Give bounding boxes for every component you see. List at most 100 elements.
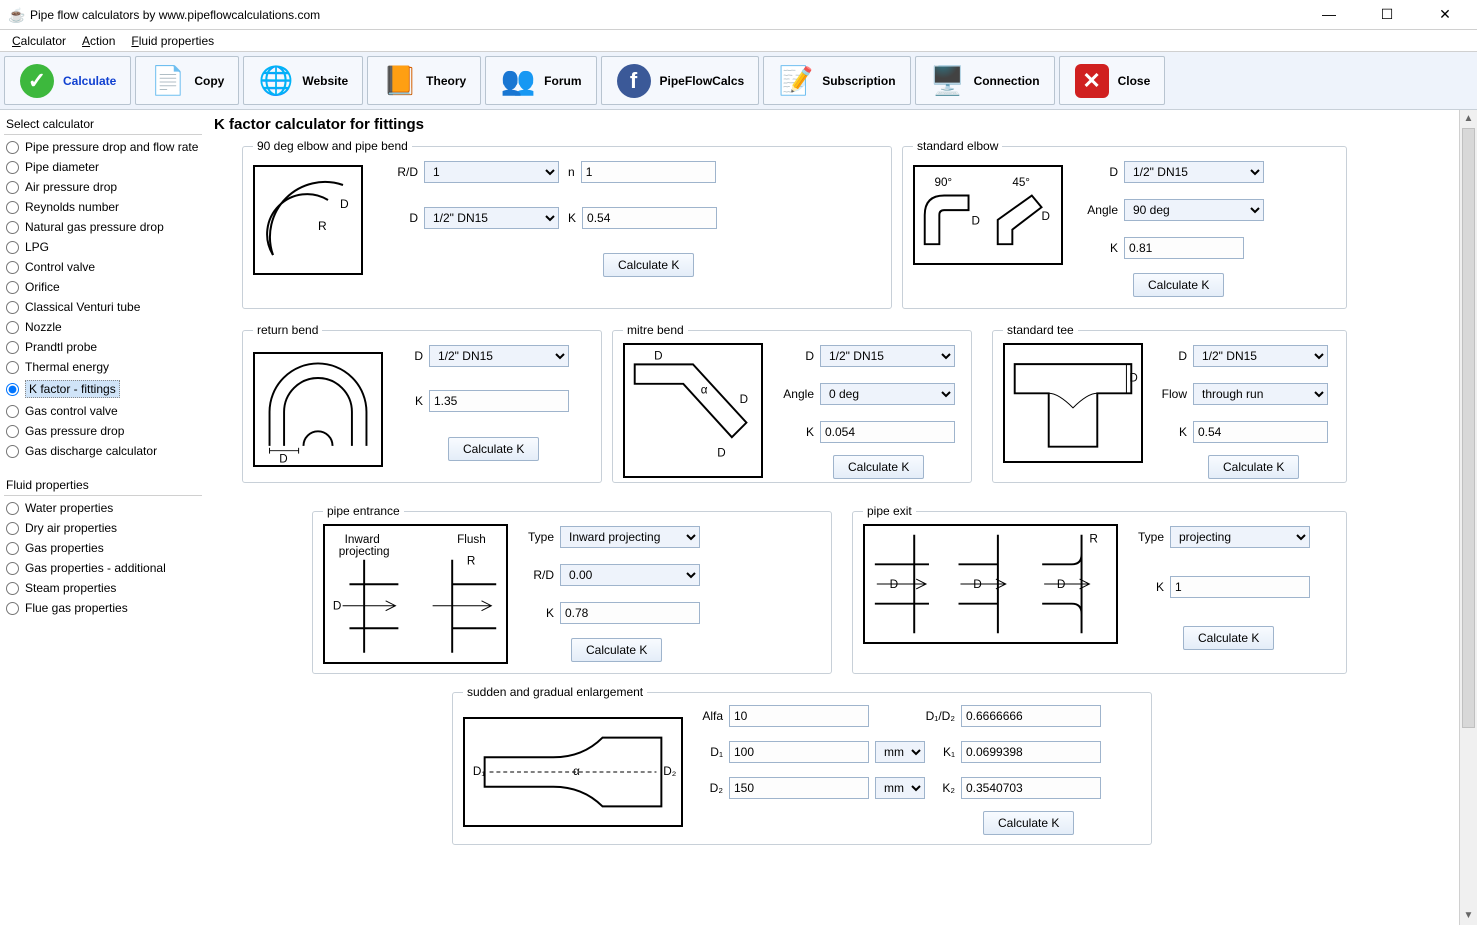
select-rb-d[interactable]: 1/2" DN15 bbox=[429, 345, 569, 367]
select-mb-d[interactable]: 1/2" DN15 bbox=[820, 345, 955, 367]
select-d[interactable]: 1/2" DN15 bbox=[424, 207, 559, 229]
output-rb-k[interactable] bbox=[429, 390, 569, 412]
select-std-d[interactable]: 1/2" DN15 bbox=[1124, 161, 1264, 183]
output-std-k[interactable] bbox=[1124, 237, 1244, 259]
sidebar-calc-item[interactable]: Orifice bbox=[4, 277, 202, 297]
select-en-d2-unit[interactable]: mm bbox=[875, 777, 925, 799]
input-en-d2[interactable] bbox=[729, 777, 869, 799]
scroll-thumb[interactable] bbox=[1462, 128, 1475, 728]
calculate-k-stdtee[interactable]: Calculate K bbox=[1208, 455, 1299, 479]
input-n[interactable] bbox=[581, 161, 716, 183]
sidebar-calc-item[interactable]: Thermal energy bbox=[4, 357, 202, 377]
select-tee-d[interactable]: 1/2" DN15 bbox=[1193, 345, 1328, 367]
website-button[interactable]: 🌐 Website bbox=[243, 56, 363, 105]
sidebar-fluid-item[interactable]: Flue gas properties bbox=[4, 598, 202, 618]
scroll-up-icon[interactable]: ▲ bbox=[1460, 110, 1477, 128]
close-button[interactable]: ✕ Close bbox=[1059, 56, 1166, 105]
sidebar-calc-item[interactable]: Air pressure drop bbox=[4, 177, 202, 197]
radio-calc[interactable] bbox=[6, 161, 19, 174]
sidebar-calc-item[interactable]: Control valve bbox=[4, 257, 202, 277]
radio-calc[interactable] bbox=[6, 281, 19, 294]
theory-button[interactable]: 📙 Theory bbox=[367, 56, 481, 105]
radio-calc[interactable] bbox=[6, 341, 19, 354]
calculate-button[interactable]: ✓ Calculate bbox=[4, 56, 131, 105]
select-tee-flow[interactable]: through run bbox=[1193, 383, 1328, 405]
minimize-button[interactable]: — bbox=[1309, 6, 1349, 23]
sidebar-fluid-item[interactable]: Dry air properties bbox=[4, 518, 202, 538]
sidebar-calc-item[interactable]: Gas control valve bbox=[4, 401, 202, 421]
sidebar-fluid-item[interactable]: Gas properties bbox=[4, 538, 202, 558]
calculate-k-mitrebend[interactable]: Calculate K bbox=[833, 455, 924, 479]
forum-button[interactable]: 👥 Forum bbox=[485, 56, 596, 105]
radio-calc[interactable] bbox=[6, 405, 19, 418]
menu-fluid[interactable]: Fluid properties bbox=[123, 32, 222, 50]
sidebar-fluid-item[interactable]: Steam properties bbox=[4, 578, 202, 598]
output-pe-k[interactable] bbox=[560, 602, 700, 624]
radio-calc[interactable] bbox=[6, 301, 19, 314]
select-pe-type[interactable]: Inward projecting bbox=[560, 526, 700, 548]
select-std-angle[interactable]: 90 deg bbox=[1124, 199, 1264, 221]
sidebar-calc-item[interactable]: Prandtl probe bbox=[4, 337, 202, 357]
select-px-type[interactable]: projecting bbox=[1170, 526, 1310, 548]
sidebar-calc-item[interactable]: Natural gas pressure drop bbox=[4, 217, 202, 237]
sidebar-calc-item[interactable]: Nozzle bbox=[4, 317, 202, 337]
pipeflowcalcs-button[interactable]: f PipeFlowCalcs bbox=[601, 56, 760, 105]
sidebar-fluid-item[interactable]: Water properties bbox=[4, 498, 202, 518]
sidebar-calc-item[interactable]: Gas pressure drop bbox=[4, 421, 202, 441]
select-pe-rd[interactable]: 0.00 bbox=[560, 564, 700, 586]
radio-fluid[interactable] bbox=[6, 562, 19, 575]
sidebar-fluid-item[interactable]: Gas properties - additional bbox=[4, 558, 202, 578]
radio-fluid[interactable] bbox=[6, 542, 19, 555]
output-en-d1d2[interactable] bbox=[961, 705, 1101, 727]
radio-fluid[interactable] bbox=[6, 582, 19, 595]
sidebar-calc-item[interactable]: LPG bbox=[4, 237, 202, 257]
copy-button[interactable]: 📄 Copy bbox=[135, 56, 239, 105]
radio-calc[interactable] bbox=[6, 201, 19, 214]
calculate-k-pipeexit[interactable]: Calculate K bbox=[1183, 626, 1274, 650]
sidebar-calc-item[interactable]: K factor - fittings bbox=[4, 377, 202, 401]
menu-calculator[interactable]: Calculator bbox=[4, 32, 74, 50]
calculate-k-enlargement[interactable]: Calculate K bbox=[983, 811, 1074, 835]
output-en-k2[interactable] bbox=[961, 777, 1101, 799]
calculate-k-elbow90[interactable]: Calculate K bbox=[603, 253, 694, 277]
calculate-k-pipeentrance[interactable]: Calculate K bbox=[571, 638, 662, 662]
radio-fluid[interactable] bbox=[6, 522, 19, 535]
radio-calc[interactable] bbox=[6, 321, 19, 334]
sidebar-calc-item[interactable]: Classical Venturi tube bbox=[4, 297, 202, 317]
close-window-button[interactable]: ✕ bbox=[1425, 6, 1465, 23]
radio-calc[interactable] bbox=[6, 261, 19, 274]
radio-calc[interactable] bbox=[6, 361, 19, 374]
radio-fluid[interactable] bbox=[6, 602, 19, 615]
scroll-down-icon[interactable]: ▼ bbox=[1460, 907, 1477, 925]
maximize-button[interactable]: ☐ bbox=[1367, 6, 1407, 23]
menu-action[interactable]: Action bbox=[74, 32, 123, 50]
calculate-k-returnbend[interactable]: Calculate K bbox=[448, 437, 539, 461]
input-en-d1[interactable] bbox=[729, 741, 869, 763]
radio-calc[interactable] bbox=[6, 383, 19, 396]
connection-button[interactable]: 🖥️ Connection bbox=[915, 56, 1055, 105]
radio-calc[interactable] bbox=[6, 221, 19, 234]
output-px-k[interactable] bbox=[1170, 576, 1310, 598]
sidebar-calc-item[interactable]: Pipe diameter bbox=[4, 157, 202, 177]
radio-calc[interactable] bbox=[6, 425, 19, 438]
output-k[interactable] bbox=[582, 207, 717, 229]
radio-calc[interactable] bbox=[6, 241, 19, 254]
output-mb-k[interactable] bbox=[820, 421, 955, 443]
sidebar-calc-item[interactable]: Pipe pressure drop and flow rate bbox=[4, 137, 202, 157]
vertical-scrollbar[interactable]: ▲ ▼ bbox=[1459, 110, 1477, 925]
select-en-d1-unit[interactable]: mm bbox=[875, 741, 925, 763]
radio-calc[interactable] bbox=[6, 141, 19, 154]
calculate-k-stdelbow[interactable]: Calculate K bbox=[1133, 273, 1224, 297]
output-tee-k[interactable] bbox=[1193, 421, 1328, 443]
select-rd[interactable]: 1 bbox=[424, 161, 559, 183]
sidebar-calc-item[interactable]: Reynolds number bbox=[4, 197, 202, 217]
output-en-k1[interactable] bbox=[961, 741, 1101, 763]
sidebar-calc-item[interactable]: Gas discharge calculator bbox=[4, 441, 202, 461]
connection-label: Connection bbox=[974, 74, 1040, 88]
input-en-alfa[interactable] bbox=[729, 705, 869, 727]
subscription-button[interactable]: 📝 Subscription bbox=[763, 56, 910, 105]
radio-fluid[interactable] bbox=[6, 502, 19, 515]
radio-calc[interactable] bbox=[6, 181, 19, 194]
radio-calc[interactable] bbox=[6, 445, 19, 458]
select-mb-angle[interactable]: 0 deg bbox=[820, 383, 955, 405]
